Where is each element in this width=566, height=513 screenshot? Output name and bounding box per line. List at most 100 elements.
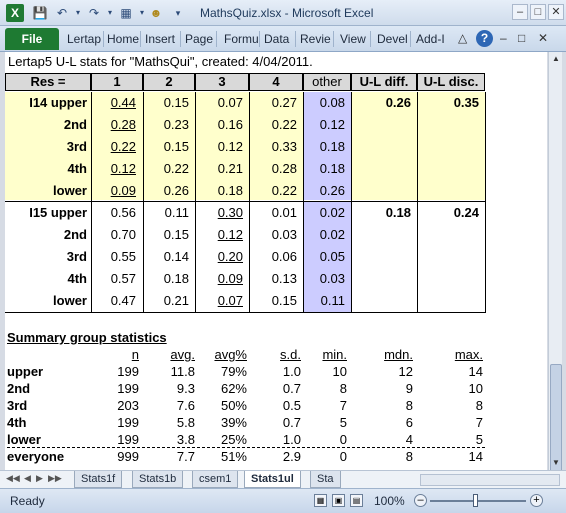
summary-cell[interactable]: 2.9 — [259, 449, 301, 464]
page-break-icon[interactable]: ▤ — [350, 494, 363, 507]
data-cell[interactable]: 0.70 — [91, 227, 136, 242]
data-cell[interactable]: 0.03 — [303, 271, 345, 286]
tab-data[interactable]: Data — [264, 32, 289, 46]
worksheet-grid[interactable]: Lertap5 U-L stats for "MathsQui", create… — [5, 52, 547, 470]
ribbon-collapse-icon[interactable]: △ — [458, 31, 467, 45]
data-cell[interactable]: 0.18 — [303, 161, 345, 176]
smiley-icon[interactable]: ☻ — [148, 5, 164, 21]
summary-cell[interactable]: 5 — [435, 432, 483, 447]
redo-icon[interactable]: ↷ — [86, 5, 102, 21]
sheet-tab-stats1b[interactable]: Stats1b — [132, 471, 184, 488]
summary-cell[interactable]: 9.3 — [153, 381, 195, 396]
ul-diff-cell[interactable]: 0.26 — [351, 95, 411, 110]
data-cell[interactable]: 0.16 — [195, 117, 243, 132]
summary-cell[interactable]: 7 — [435, 415, 483, 430]
summary-cell[interactable]: 199 — [101, 364, 139, 379]
summary-cell[interactable]: 203 — [101, 398, 139, 413]
sheet-tab-stats1ul[interactable]: Stats1ul — [244, 471, 301, 488]
data-cell[interactable]: 0.18 — [303, 139, 345, 154]
summary-cell[interactable]: 6 — [369, 415, 413, 430]
data-cell[interactable]: 0.11 — [143, 205, 189, 220]
data-cell[interactable]: 0.26 — [303, 183, 345, 198]
summary-cell[interactable]: 0 — [305, 449, 347, 464]
summary-cell[interactable]: 0.7 — [259, 415, 301, 430]
data-cell[interactable]: 0.56 — [91, 205, 136, 220]
tab-developer[interactable]: Devel — [377, 32, 408, 46]
data-cell[interactable]: 0.18 — [143, 271, 189, 286]
sheet-tab-stats1f[interactable]: Stats1f — [74, 471, 123, 488]
correct-answer-cell[interactable]: 0.09 — [195, 271, 243, 286]
summary-cell[interactable]: 5 — [305, 415, 347, 430]
data-cell[interactable]: 0.57 — [91, 271, 136, 286]
correct-answer-cell[interactable]: 0.12 — [91, 161, 136, 176]
zoom-level[interactable]: 100% — [374, 494, 405, 508]
summary-cell[interactable]: 14 — [435, 449, 483, 464]
page-layout-icon[interactable]: ▣ — [332, 494, 345, 507]
scroll-up-icon[interactable]: ▲ — [549, 52, 563, 66]
summary-cell[interactable]: 62% — [205, 381, 247, 396]
data-cell[interactable]: 0.15 — [249, 293, 297, 308]
data-cell[interactable]: 0.06 — [249, 249, 297, 264]
customize-toolbar-icon[interactable]: ▾ — [170, 5, 186, 21]
ul-disc-cell[interactable]: 0.35 — [417, 95, 479, 110]
redo-dropdown-icon[interactable]: ▾ — [102, 5, 118, 21]
summary-cell[interactable]: 79% — [205, 364, 247, 379]
data-cell[interactable]: 0.33 — [249, 139, 297, 154]
data-cell[interactable]: 0.03 — [249, 227, 297, 242]
data-cell[interactable]: 0.13 — [249, 271, 297, 286]
summary-cell[interactable]: 1.0 — [259, 364, 301, 379]
data-cell[interactable]: 0.12 — [195, 139, 243, 154]
normal-view-icon[interactable]: ▦ — [314, 494, 327, 507]
data-cell[interactable]: 0.27 — [249, 95, 297, 110]
sheet-tab-csem1[interactable]: csem1 — [192, 471, 239, 488]
next-sheet-icon[interactable]: ▶ — [36, 473, 43, 484]
data-cell[interactable]: 0.21 — [143, 293, 189, 308]
summary-cell[interactable]: 0.5 — [259, 398, 301, 413]
zoom-out-icon[interactable]: – — [414, 494, 427, 507]
tab-view[interactable]: View — [340, 32, 366, 46]
save-icon[interactable]: 💾 — [32, 5, 48, 21]
restore-icon[interactable]: □ — [530, 4, 546, 20]
zoom-in-icon[interactable]: + — [530, 494, 543, 507]
data-cell[interactable]: 0.01 — [249, 205, 297, 220]
tab-insert[interactable]: Insert — [145, 32, 175, 46]
data-cell[interactable]: 0.15 — [143, 95, 189, 110]
workbook-minimize-icon[interactable]: – — [500, 31, 507, 45]
summary-cell[interactable]: 3.8 — [153, 432, 195, 447]
data-cell[interactable]: 0.07 — [195, 95, 243, 110]
tab-formulas[interactable]: Formu — [224, 32, 259, 46]
summary-cell[interactable]: 0.7 — [259, 381, 301, 396]
data-cell[interactable]: 0.15 — [143, 227, 189, 242]
data-cell[interactable]: 0.26 — [143, 183, 189, 198]
excel-logo-icon[interactable]: X — [6, 4, 24, 22]
scroll-down-icon[interactable]: ▼ — [549, 456, 563, 470]
summary-cell[interactable]: 8 — [435, 398, 483, 413]
summary-cell[interactable]: 1.0 — [259, 432, 301, 447]
correct-answer-cell[interactable]: 0.20 — [195, 249, 243, 264]
data-cell[interactable]: 0.02 — [303, 205, 345, 220]
summary-cell[interactable]: 0 — [305, 432, 347, 447]
summary-cell[interactable]: 7 — [305, 398, 347, 413]
summary-cell[interactable]: 8 — [305, 381, 347, 396]
horizontal-scrollbar[interactable] — [420, 474, 560, 486]
correct-answer-cell[interactable]: 0.09 — [91, 183, 136, 198]
summary-cell[interactable]: 199 — [101, 432, 139, 447]
minimize-icon[interactable]: – — [512, 4, 528, 20]
summary-cell[interactable]: 199 — [101, 381, 139, 396]
first-sheet-icon[interactable]: ◀◀ — [6, 473, 20, 484]
data-cell[interactable]: 0.47 — [91, 293, 136, 308]
summary-cell[interactable]: 7.6 — [153, 398, 195, 413]
summary-cell[interactable]: 5.8 — [153, 415, 195, 430]
summary-cell[interactable]: 10 — [305, 364, 347, 379]
summary-cell[interactable]: 39% — [205, 415, 247, 430]
summary-cell[interactable]: 11.8 — [153, 364, 195, 379]
data-cell[interactable]: 0.55 — [91, 249, 136, 264]
summary-cell[interactable]: 4 — [369, 432, 413, 447]
data-cell[interactable]: 0.15 — [143, 139, 189, 154]
summary-cell[interactable]: 8 — [369, 398, 413, 413]
workbook-close-icon[interactable]: ✕ — [538, 31, 548, 45]
data-cell[interactable]: 0.28 — [249, 161, 297, 176]
data-cell[interactable]: 0.02 — [303, 227, 345, 242]
summary-cell[interactable]: 50% — [205, 398, 247, 413]
tab-page[interactable]: Page — [185, 32, 213, 46]
